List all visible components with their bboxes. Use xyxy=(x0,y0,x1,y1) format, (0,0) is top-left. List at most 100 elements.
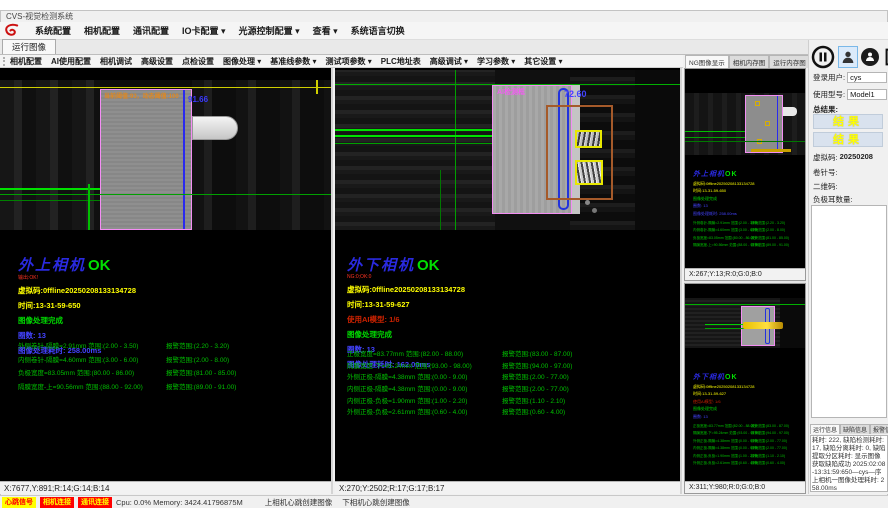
mini-yellow-annotation xyxy=(743,322,783,329)
measurement-row: 负极宽度=83.05mm 范围:(80.00 - 86.00)报警范围:(81.… xyxy=(693,236,801,241)
tab-run-memory-image[interactable]: 运行内存图 xyxy=(769,55,810,68)
alarm-range: 报警范围:(2.00 - 77.00) xyxy=(502,383,569,393)
mini-tab-piece xyxy=(783,107,797,116)
camera-name: 外下相机 xyxy=(347,257,415,274)
virtual-code-line: 虚拟码:0ffline20250208133134728 xyxy=(347,284,667,295)
toolbar-grip[interactable] xyxy=(3,57,5,66)
camera-name: 外上相机 xyxy=(18,257,86,274)
menu-language-switch[interactable]: 系统语言切换 xyxy=(351,24,405,37)
tool-advanced-debug[interactable]: 高级调试 ▾ xyxy=(430,56,468,67)
tool-advanced-settings[interactable]: 高级设置 xyxy=(141,56,173,67)
green-vline xyxy=(88,184,90,230)
yellow-vline xyxy=(316,80,318,94)
window-title: CVS-视觉检测系统 xyxy=(6,11,73,22)
tool-camera-debug[interactable]: 相机调试 xyxy=(100,56,132,67)
defect-box-1 xyxy=(575,130,602,148)
tool-image-processing[interactable]: 图像处理 ▾ xyxy=(223,56,261,67)
green-vline-1 xyxy=(455,70,456,230)
mini-pixel-coords-lower: X:311;Y:980;R:0;G:0;B:0 xyxy=(685,481,805,493)
measurement-row: 隔膜宽度-上=90.56mm 范围:(88.00 - 92.00)报警范围:(8… xyxy=(18,381,323,395)
tool-other-settings[interactable]: 其它设置 ▾ xyxy=(524,56,562,67)
ai-detect-label: AI检测框 xyxy=(497,87,525,97)
menu-comm-config[interactable]: 通讯配置 xyxy=(133,24,169,37)
defect-box-2 xyxy=(575,160,603,185)
measurement-row: 正极宽度=83.77mm 范围:(82.00 - 88.00)报警范围:(83.… xyxy=(347,348,677,360)
tool-ai-usage-config[interactable]: AI使用配置 xyxy=(51,56,91,67)
mini-panel-upper[interactable]: 外上相机OK 虚拟码:0ffline20250208133134728 时间:1… xyxy=(684,68,806,281)
menu-io-config[interactable]: IO卡配置 ▾ xyxy=(182,24,226,37)
tool-baseline-params[interactable]: 基准线参数 ▾ xyxy=(270,56,316,67)
tool-test-item-params[interactable]: 测试项参数 ▾ xyxy=(326,56,372,67)
run-log-text[interactable]: 耗时: 222, 缺陷检测耗时: 17, 缺陷分离耗时: 0, 缺陷提取分区耗时… xyxy=(810,435,888,492)
user-mode-button[interactable] xyxy=(838,46,858,68)
alarm-range: 报警范围:(1.10 - 2.10) xyxy=(502,395,565,405)
admin-mode-button[interactable] xyxy=(861,48,879,66)
menu-view[interactable]: 查看 ▾ xyxy=(313,24,338,37)
pause-button[interactable] xyxy=(811,45,835,69)
process-done-line: 图像处理完成 xyxy=(693,406,801,412)
tab-defect-info[interactable]: 缺陷信息 xyxy=(840,424,870,434)
tab-run-image[interactable]: 运行图像 xyxy=(2,39,56,54)
negative-tab-count-label: 负极耳数量: xyxy=(813,194,853,205)
pixel-coords-upper: X:7677,Y:891;R:14;G:14;B:14 xyxy=(0,481,331,494)
virtual-code-label: 虚拟码: xyxy=(813,152,838,163)
alarm-range: 报警范围:(83.00 - 87.00) xyxy=(751,424,789,429)
alarm-range: 报警范围:(94.00 - 97.00) xyxy=(502,360,572,370)
mini-panel-lower[interactable]: 外下相机OK 虚拟码:0ffline20250208133134728 时间:1… xyxy=(684,283,806,494)
lower-camera-heartbeat-status: 下相机心跳创建图像 xyxy=(342,497,410,508)
mini-view-tabs: NG图像显示 相机内存图 运行内存图 xyxy=(685,55,806,68)
tool-learning-params[interactable]: 学习参数 ▾ xyxy=(477,56,515,67)
info-list-box[interactable] xyxy=(811,205,887,418)
menu-system-config[interactable]: 系统配置 xyxy=(35,24,71,37)
measurement-text: 外侧卷针-隔膜=2.91mm 范围:(2.00 - 3.50) xyxy=(18,343,138,350)
measure-blue-line xyxy=(183,90,185,229)
menu-bar: 系统配置 相机配置 通讯配置 IO卡配置 ▾ 光源控制配置 ▾ 查看 ▾ 系统语… xyxy=(0,22,888,40)
model-value[interactable]: Model1 xyxy=(847,89,887,100)
measurement-text: 内侧正极-负极=1.90mm 范围:(1.00 - 2.20) xyxy=(347,398,467,405)
comm-connection-badge: 通讯连接 xyxy=(78,497,112,508)
machine-dot-1 xyxy=(585,200,590,205)
turns-line: 圈数: 13 xyxy=(693,414,801,420)
measurement-text: 负极宽度=83.05mm 范围:(80.00 - 86.00) xyxy=(18,370,134,377)
mini-green-top xyxy=(685,304,805,305)
tab-run-info[interactable]: 运行信息 xyxy=(810,424,840,434)
camera-image-upper[interactable]: 当前阈值:93，动态阈值:100 91.66 xyxy=(0,80,331,230)
measurement-text: 内侧卷针-隔膜=4.60mm 范围:(3.00 - 6.00) xyxy=(18,357,138,364)
tab-ng-image-display[interactable]: NG图像显示 xyxy=(685,55,729,68)
measurement-row: 内侧卷针-隔膜=4.60mm 范围:(3.00 - 6.00)报警范围:(2.0… xyxy=(693,228,801,233)
mini-camera-title: 外下相机OK xyxy=(693,372,801,382)
alarm-range: 报警范围:(2.20 - 3.20) xyxy=(166,340,229,350)
mini-yellow-text xyxy=(751,149,791,152)
camera-image-lower[interactable]: AI检测框 72.60 xyxy=(335,70,680,230)
measurement-row: 正极宽度=83.77mm 范围:(82.00 - 88.00)报警范围:(83.… xyxy=(693,424,801,429)
green-vline-2 xyxy=(440,170,441,230)
mini-yellow-mark-1 xyxy=(755,101,760,106)
menu-light-config[interactable]: 光源控制配置 ▾ xyxy=(239,24,300,37)
upper-camera-heartbeat-status: 上相机心跳创建图像 xyxy=(265,497,333,508)
tool-plc-address-table[interactable]: PLC地址表 xyxy=(381,56,421,67)
login-user-value[interactable]: cys xyxy=(847,72,887,83)
camera-name: 外下相机 xyxy=(693,374,725,381)
app-logo-icon xyxy=(4,23,22,38)
machinery-stripes-left xyxy=(0,80,100,230)
measurement-text: 外侧正极-负极=2.61mm 范围:(0.60 - 4.00) xyxy=(347,409,467,416)
exit-button[interactable] xyxy=(882,46,888,68)
camera-panel-upper: 当前阈值:93，动态阈值:100 91.66 外上相机OK 输出:OK! 虚拟码… xyxy=(0,68,333,494)
mini-green-line-2 xyxy=(685,137,745,138)
login-user-row: 登录用户: cys xyxy=(813,72,887,83)
tool-spot-check[interactable]: 点检设置 xyxy=(182,56,214,67)
needle-number-label: 卷针号: xyxy=(813,167,838,178)
menu-camera-config[interactable]: 相机配置 xyxy=(84,24,120,37)
measurement-row: 内侧卷针-隔膜=4.60mm 范围:(3.00 - 6.00)报警范围:(2.0… xyxy=(18,354,323,368)
tab-alarm-info[interactable]: 报警信息 xyxy=(870,424,888,434)
dark-zone-right xyxy=(635,70,680,230)
process-done-line: 图像处理完成 xyxy=(693,196,801,202)
measurement-row: 隔膜宽度-下=95.24mm 范围:(93.00 - 98.00)报警范围:(9… xyxy=(693,431,801,436)
model-row: 使用型号: Model1 xyxy=(813,89,887,100)
heartbeat-signal-badge: 心跳信号 xyxy=(2,497,36,508)
measurement-row: 外侧正极-隔膜=4.38mm 范围:(0.00 - 9.00)报警范围:(2.0… xyxy=(693,439,801,444)
tab-metal-piece xyxy=(192,116,238,140)
tool-camera-config[interactable]: 相机配置 xyxy=(10,56,42,67)
tab-camera-memory-image[interactable]: 相机内存图 xyxy=(729,55,770,68)
output-line: 输出:OK! xyxy=(18,274,318,281)
